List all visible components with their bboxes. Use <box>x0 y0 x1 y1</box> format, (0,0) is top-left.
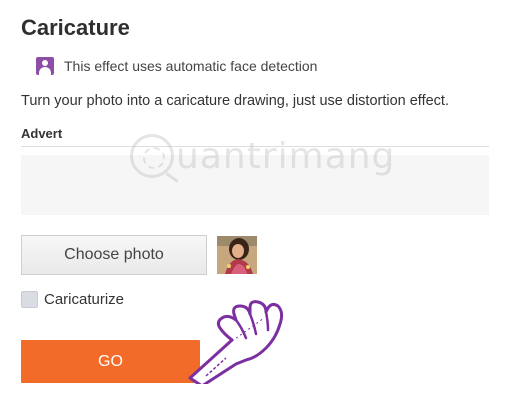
watermark-q-icon <box>130 134 174 178</box>
person-icon <box>36 57 54 75</box>
caricaturize-checkbox[interactable] <box>21 291 38 308</box>
watermark-text: uantrimang <box>176 135 396 177</box>
face-detection-note: This effect uses automatic face detectio… <box>36 56 317 76</box>
hand-pointer-cursor-icon <box>188 300 284 384</box>
caricaturize-label: Caricaturize <box>44 291 125 308</box>
effect-description: Turn your photo into a caricature drawin… <box>21 93 449 109</box>
advert-label: Advert <box>21 126 63 141</box>
watermark-logo: uantrimang <box>130 134 395 178</box>
go-button[interactable]: GO <box>21 340 200 383</box>
caricaturize-option[interactable]: Caricaturize <box>21 291 124 308</box>
choose-photo-button[interactable]: Choose photo <box>21 235 207 275</box>
face-detection-text: This effect uses automatic face detectio… <box>64 58 318 74</box>
photo-thumbnail <box>217 236 257 274</box>
page-title: Caricature <box>21 15 130 40</box>
photo-thumbnail-image <box>217 236 257 274</box>
